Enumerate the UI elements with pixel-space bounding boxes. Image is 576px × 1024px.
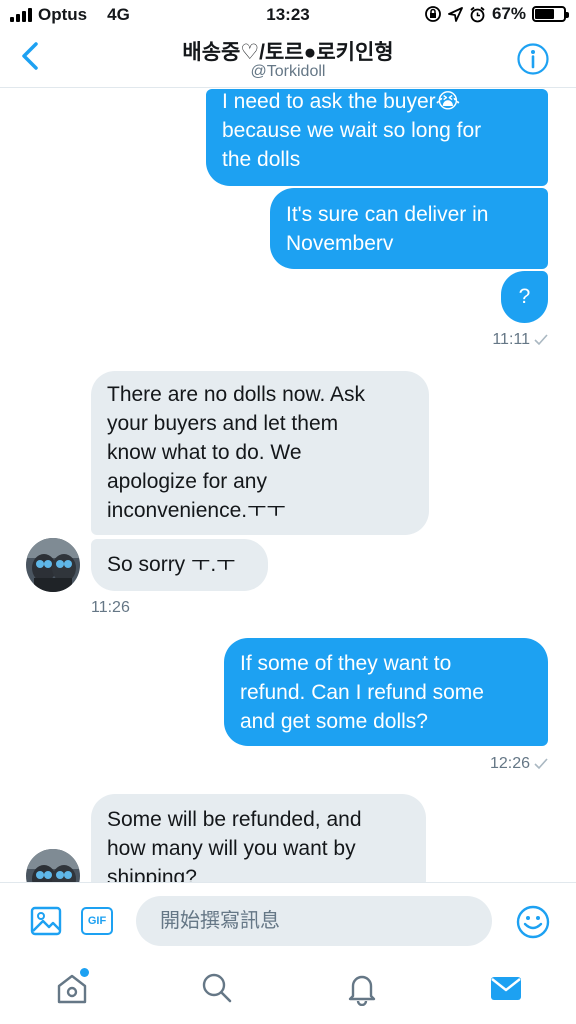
conversation-header: 배송중♡/토르●로키인형 @Torkidoll [0,30,576,88]
message-line: It's sure can deliver in [286,203,489,226]
message-line: I need to ask the buyer😭 [222,90,461,113]
timestamp-text: 11:26 [91,599,130,616]
battery-icon [532,6,569,22]
unread-dot [80,968,89,977]
message-input[interactable] [136,896,492,946]
message-composer: GIF [0,882,576,958]
messages-icon [491,977,521,1000]
status-bar: Optus 4G 13:23 67% [0,0,576,30]
tab-home[interactable] [54,968,90,1006]
message-line: Some will be refunded, and [107,808,362,831]
message-bubble-outgoing[interactable]: ? [501,271,548,323]
battery-fill [535,9,554,19]
message-thread[interactable]: I need to ask the buyer😭 because we wait… [0,89,576,882]
status-right: 67% [424,4,569,24]
message-line: because we wait so long for [222,119,482,142]
message-line: apologize for any [107,470,267,493]
message-line: Novemberv [286,232,394,255]
timestamp-text: 11:11 [492,331,530,348]
message-line: how many will you want by [107,837,356,860]
message-line: ? [518,285,531,308]
emoji-icon[interactable] [516,905,550,939]
message-bubble-outgoing[interactable]: It's sure can deliver in Novemberv [270,188,548,269]
gif-icon: GIF [87,915,107,927]
image-icon[interactable] [30,905,62,937]
message-line: and get some dolls? [240,710,428,733]
message-line: know what to do. We [107,441,302,464]
alarm-icon [470,6,485,22]
battery-percent: 67% [491,4,526,23]
search-icon [202,973,232,1003]
avatar[interactable] [26,849,80,882]
message-timestamp: 11:26 [91,599,130,617]
message-line: There are no dolls now. Ask [107,383,365,406]
message-bubble-incoming[interactable]: Some will be refunded, and how many will… [91,794,426,882]
orientation-lock-icon [425,6,441,22]
message-bubble-incoming[interactable]: There are no dolls now. Ask your buyers … [91,371,429,535]
avatar[interactable] [26,538,80,592]
notifications-icon [348,975,376,1007]
message-line: If some of they want to [240,652,452,675]
message-bubble-outgoing[interactable]: I need to ask the buyer😭 because we wait… [206,89,548,186]
tab-bar [0,958,576,1024]
message-line: inconvenience.ㅜㅜ [107,499,286,522]
message-timestamp: 12:26 [490,755,548,773]
info-icon[interactable] [516,42,550,76]
gif-button[interactable]: GIF [81,907,113,935]
sent-check-icon [534,334,548,346]
tab-notifications[interactable] [344,970,380,1007]
conversation-handle: @Torkidoll [250,63,326,80]
tab-search[interactable] [199,970,235,1006]
location-icon [448,6,463,22]
message-line: refund. Can I refund some [240,681,484,704]
message-line: shipping? [107,866,197,882]
sent-check-icon [534,758,548,770]
conversation-title[interactable]: 배송중♡/토르●로키인형 [0,36,576,66]
message-timestamp: 11:11 [492,331,548,349]
timestamp-text: 12:26 [489,755,530,772]
message-bubble-incoming[interactable]: So sorry ㅜ.ㅜ [91,539,268,591]
message-line: So sorry ㅜ.ㅜ [107,553,236,576]
message-line: your buyers and let them [107,412,339,435]
message-bubble-outgoing[interactable]: If some of they want to refund. Can I re… [224,638,548,746]
tab-messages[interactable] [488,970,524,1006]
message-line: the dolls [222,148,301,171]
